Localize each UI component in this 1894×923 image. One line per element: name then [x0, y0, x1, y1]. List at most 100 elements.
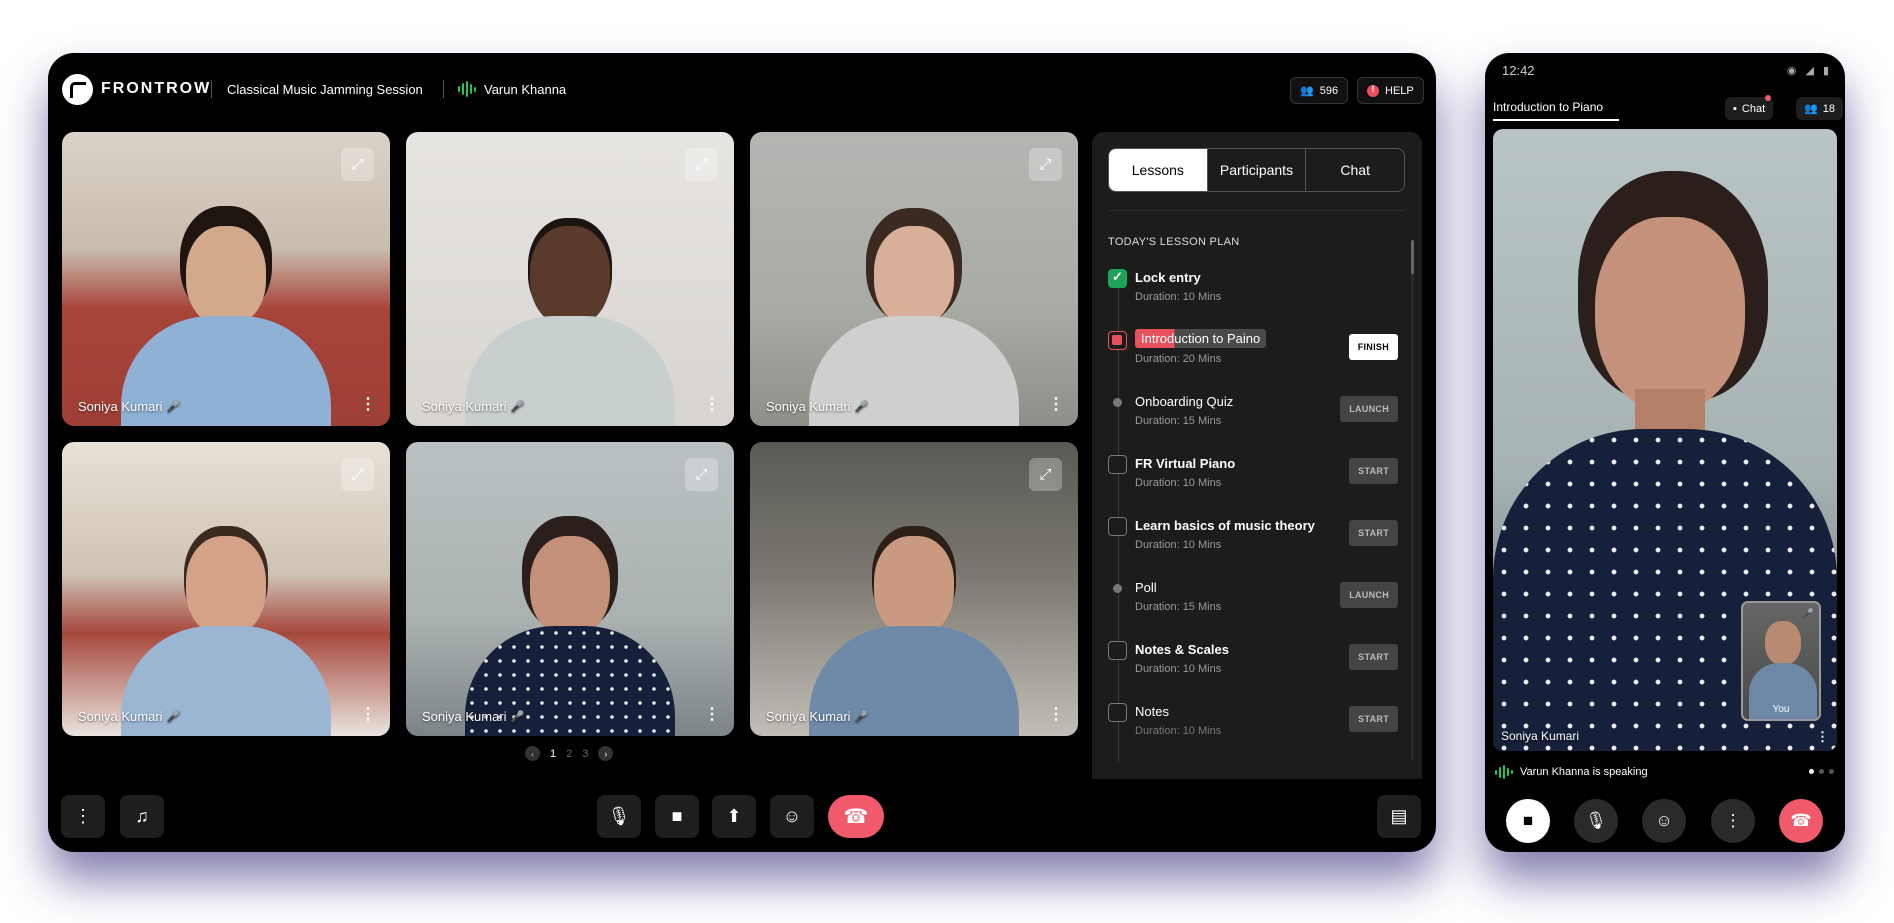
- session-title: Classical Music Jamming Session: [227, 82, 423, 97]
- end-call-button[interactable]: ☎: [828, 795, 884, 838]
- reaction-button[interactable]: ☺: [1642, 799, 1686, 843]
- lesson-duration: Duration: 10 Mins: [1135, 291, 1222, 303]
- share-screen-button[interactable]: ⬆: [712, 795, 756, 838]
- lesson-item[interactable]: Introduction to Paino Duration: 20 Mins …: [1108, 329, 1398, 379]
- start-button[interactable]: START: [1349, 520, 1398, 546]
- video-tile[interactable]: ⤢ Soniya Kumari 🎤 ⋮: [62, 442, 390, 736]
- camera-off-icon: ■: [1522, 811, 1534, 830]
- chat-button[interactable]: ▤: [1377, 795, 1421, 838]
- top-bar: FRONTROW Classical Music Jamming Session…: [48, 53, 1436, 125]
- frontrow-logo-icon: [62, 74, 93, 105]
- video-tile[interactable]: ⤢ Soniya Kumari 🎤 ⋮: [750, 442, 1078, 736]
- video-tile[interactable]: ⤢ Soniya Kumari 🎤 ⋮: [62, 132, 390, 426]
- tile-menu-icon[interactable]: ⋮: [360, 394, 376, 414]
- divider: [443, 80, 444, 98]
- lesson-duration: Duration: 20 Mins: [1135, 353, 1222, 365]
- end-call-icon: ☎: [843, 806, 869, 828]
- tab-participants[interactable]: Participants: [1208, 149, 1307, 191]
- participant-count-button[interactable]: 👥 18: [1796, 97, 1843, 120]
- tile-menu-icon[interactable]: ⋮: [360, 704, 376, 724]
- expand-icon[interactable]: ⤢: [1029, 458, 1062, 491]
- video-tile[interactable]: ⤢ Soniya Kumari 🎤 ⋮: [406, 442, 734, 736]
- participant-video: [465, 506, 675, 736]
- chat-button[interactable]: ▪ Chat: [1725, 95, 1774, 120]
- checkbox-icon[interactable]: [1108, 455, 1127, 474]
- video-tile[interactable]: ⤢ Soniya Kumari 🎤 ⋮: [406, 132, 734, 426]
- end-call-button[interactable]: ☎: [1779, 799, 1823, 843]
- divider: [211, 80, 212, 98]
- participant-name: Soniya Kumari 🎤: [422, 709, 525, 724]
- notification-dot: [1765, 95, 1772, 101]
- tab-lessons[interactable]: Lessons: [1109, 149, 1208, 191]
- tab-lesson-title[interactable]: Introduction to Piano: [1493, 100, 1603, 114]
- lesson-plan-title: TODAY'S LESSON PLAN: [1108, 236, 1240, 248]
- checkbox-icon[interactable]: [1108, 703, 1127, 722]
- lesson-item[interactable]: Onboarding Quiz Duration: 15 Mins LAUNCH: [1108, 391, 1398, 441]
- reaction-button[interactable]: ☺: [770, 795, 814, 838]
- lesson-item[interactable]: Notes & Scales Duration: 10 Mins START: [1108, 639, 1398, 689]
- camera-icon: ■: [671, 806, 683, 826]
- mic-muted-icon: 🎤: [854, 401, 869, 413]
- camera-off-button[interactable]: ■: [1506, 799, 1550, 843]
- expand-icon[interactable]: ⤢: [685, 148, 718, 181]
- people-icon: 👥: [1804, 103, 1818, 115]
- help-button[interactable]: HELP: [1357, 77, 1424, 104]
- speaking-status: Varun Khanna is speaking: [1520, 766, 1648, 778]
- launch-button[interactable]: LAUNCH: [1340, 582, 1398, 608]
- wifi-icon: ◉: [1786, 65, 1797, 77]
- expand-icon[interactable]: ⤢: [685, 458, 718, 491]
- lesson-item[interactable]: FR Virtual Piano Duration: 10 Mins START: [1108, 453, 1398, 503]
- page-2[interactable]: 2: [566, 748, 572, 760]
- music-library-icon: ♫: [135, 806, 149, 826]
- camera-button[interactable]: ■: [655, 795, 699, 838]
- music-library-button[interactable]: ♫: [120, 795, 164, 838]
- participant-count-button[interactable]: 👥 596: [1290, 77, 1349, 104]
- tile-menu-icon[interactable]: ⋮: [704, 394, 720, 414]
- main-video[interactable]: 🎤 You Soniya Kumari ⋮: [1493, 129, 1837, 751]
- video-tile[interactable]: ⤢ Soniya Kumari 🎤 ⋮: [750, 132, 1078, 426]
- expand-icon[interactable]: ⤢: [341, 458, 374, 491]
- participant-count: 18: [1822, 102, 1835, 115]
- more-options-button[interactable]: ⋮: [1711, 799, 1755, 843]
- active-speaker-name: Varun Khanna: [484, 82, 567, 97]
- video-menu-icon[interactable]: ⋮: [1816, 729, 1829, 745]
- expand-icon[interactable]: ⤢: [341, 148, 374, 181]
- tile-menu-icon[interactable]: ⋮: [1048, 394, 1064, 414]
- participant-video: [465, 196, 675, 426]
- participant-count: 596: [1319, 84, 1339, 97]
- tab-chat[interactable]: Chat: [1306, 149, 1404, 191]
- participant-name: Soniya Kumari 🎤: [78, 399, 181, 414]
- mic-muted-icon: 🎤: [510, 711, 525, 723]
- lesson-title: Lock entry: [1135, 270, 1201, 285]
- page-1[interactable]: 1: [550, 748, 556, 760]
- microphone-button[interactable]: 🎙: [597, 795, 641, 838]
- speaking-indicator: Varun Khanna is speaking: [1495, 765, 1648, 779]
- expand-icon[interactable]: ⤢: [1029, 148, 1062, 181]
- panel-scrollbar[interactable]: [1411, 240, 1414, 760]
- lesson-item[interactable]: Lock entry Duration: 10 Mins: [1108, 267, 1398, 317]
- tile-menu-icon[interactable]: ⋮: [1048, 704, 1064, 724]
- self-view-video[interactable]: 🎤 You: [1741, 601, 1821, 721]
- more-options-button[interactable]: ⋮: [61, 795, 105, 838]
- start-button[interactable]: START: [1349, 458, 1398, 484]
- start-button[interactable]: START: [1349, 644, 1398, 670]
- page-3[interactable]: 3: [582, 748, 588, 760]
- checkbox-icon[interactable]: [1108, 641, 1127, 660]
- checkbox-checked-icon[interactable]: [1108, 269, 1127, 288]
- lesson-duration: Duration: 10 Mins: [1135, 725, 1222, 737]
- start-button[interactable]: START: [1349, 706, 1398, 732]
- checkbox-icon[interactable]: [1108, 517, 1127, 536]
- chevron-left-icon[interactable]: ‹: [525, 746, 540, 761]
- participant-video: [809, 506, 1019, 736]
- tile-menu-icon[interactable]: ⋮: [704, 704, 720, 724]
- chevron-right-icon[interactable]: ›: [598, 746, 614, 761]
- microphone-button[interactable]: 🎙: [1574, 799, 1618, 843]
- mic-muted-icon: 🎤: [166, 401, 181, 413]
- finish-button[interactable]: FINISH: [1348, 334, 1398, 360]
- lesson-item[interactable]: Learn basics of music theory Duration: 1…: [1108, 515, 1398, 565]
- launch-button[interactable]: LAUNCH: [1340, 396, 1398, 422]
- lesson-item[interactable]: Poll Duration: 15 Mins LAUNCH: [1108, 577, 1398, 627]
- lesson-item[interactable]: Notes Duration: 10 Mins START: [1108, 701, 1398, 751]
- checkbox-active-icon[interactable]: [1108, 331, 1127, 350]
- lesson-title: FR Virtual Piano: [1135, 456, 1236, 471]
